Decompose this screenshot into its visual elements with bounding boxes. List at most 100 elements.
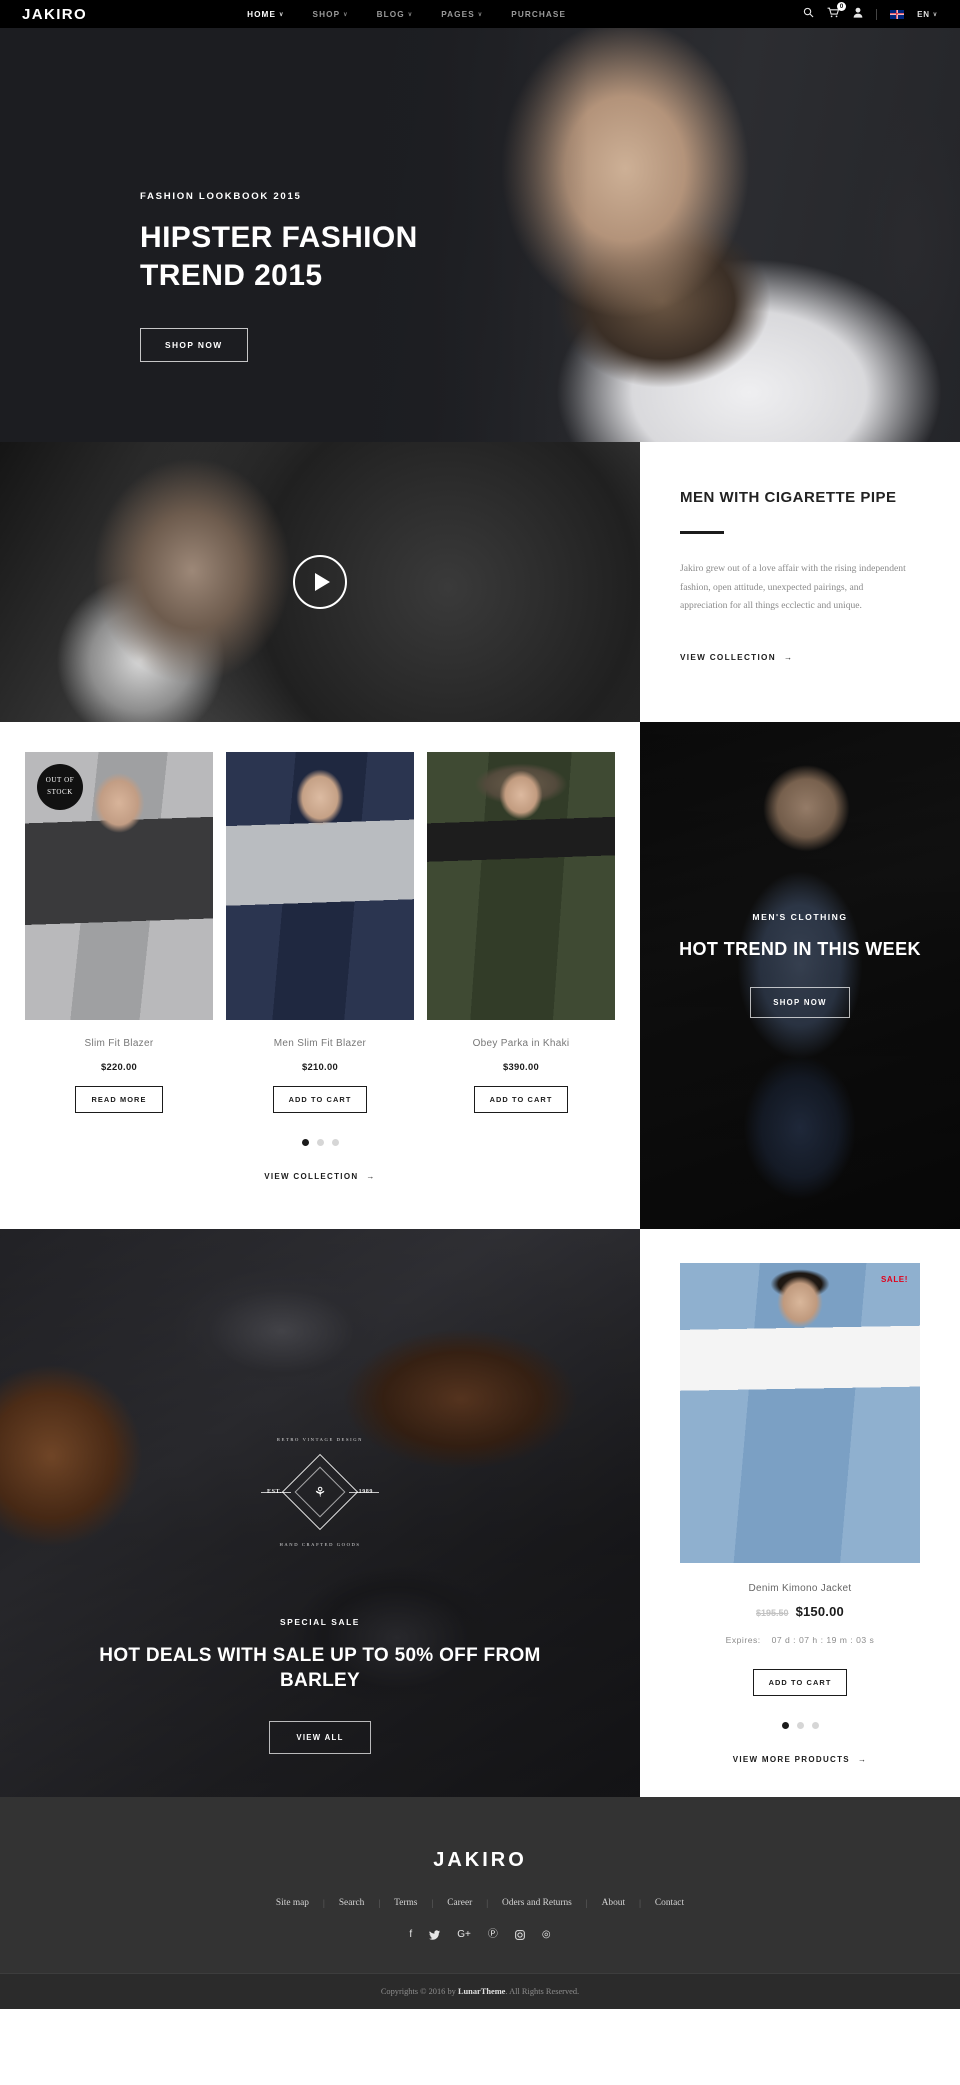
hero-title: HIPSTER FASHION TREND 2015 — [140, 221, 418, 292]
product-image[interactable] — [226, 752, 414, 1020]
nav-item-shop[interactable]: SHOP ∨ — [313, 10, 349, 19]
carousel-dot[interactable] — [811, 1722, 819, 1729]
hero-shop-now-button[interactable]: SHOP NOW — [140, 327, 248, 362]
deal-product-panel: SALE! Denim Kimono Jacket $195.50 $150.0… — [640, 1229, 960, 1797]
chevron-down-icon: ∨ — [343, 11, 349, 18]
carousel-dot[interactable] — [331, 1139, 339, 1146]
nav-label: HOME — [247, 9, 277, 19]
arrow-right-icon: → — [857, 1755, 868, 1764]
copyright-text: Copyrights © 2016 by LunarTheme. All Rig… — [0, 1987, 960, 1996]
product-card[interactable]: OUT OF STOCK Slim Fit Blazer $220.00 REA… — [25, 752, 213, 1113]
nav-item-blog[interactable]: BLOG ∨ — [377, 10, 414, 19]
view-more-products-link[interactable]: VIEW MORE PRODUCTS → — [680, 1755, 920, 1764]
sale-view-all-button[interactable]: VIEW ALL — [269, 1721, 371, 1755]
special-sale-banner: RETRO VINTAGE DESIGN EST. 1989 ⚘ HAND CR… — [0, 1229, 640, 1797]
link-label: VIEW COLLECTION — [680, 653, 776, 663]
carousel-dot[interactable] — [301, 1139, 309, 1146]
copyright-post: . All Rights Reserved. — [505, 1987, 580, 1996]
new-price: $150.00 — [795, 1604, 844, 1619]
deal-product-image[interactable]: SALE! — [680, 1263, 920, 1563]
about-panel: MEN WITH CIGARETTE PIPE Jakiro grew out … — [640, 442, 960, 722]
footer-link-career[interactable]: Career — [433, 1898, 486, 1908]
product-image[interactable] — [427, 752, 615, 1020]
about-paragraph: Jakiro grew out of a love affair with th… — [680, 563, 906, 612]
products-view-collection-link[interactable]: VIEW COLLECTION → — [25, 1172, 615, 1181]
deal-carousel-dots — [680, 1722, 920, 1729]
hot-trend-promo: MEN'S CLOTHING HOT TREND IN THIS WEEK SH… — [640, 722, 960, 1229]
nav-item-home[interactable]: HOME ∨ — [247, 10, 284, 19]
arrow-right-icon: → — [783, 653, 794, 663]
instagram-icon[interactable] — [514, 1930, 525, 1943]
product-image[interactable]: OUT OF STOCK — [25, 752, 213, 1020]
product-card[interactable]: Obey Parka in Khaki $390.00 ADD TO CART — [427, 752, 615, 1113]
carousel-dot[interactable] — [781, 1722, 789, 1729]
footer-logo: JAKIRO — [433, 1849, 527, 1871]
chevron-down-icon: ∨ — [407, 11, 414, 18]
site-logo[interactable]: JAKIRO — [22, 6, 87, 23]
google-plus-icon[interactable]: G+ — [457, 1930, 471, 1943]
product-carousel: OUT OF STOCK Slim Fit Blazer $220.00 REA… — [0, 722, 640, 1229]
sale-deal-section: RETRO VINTAGE DESIGN EST. 1989 ⚘ HAND CR… — [0, 1229, 960, 1797]
facebook-icon[interactable]: f — [409, 1930, 412, 1943]
cart-icon[interactable]: 0 — [827, 2, 847, 21]
hero-kicker: FASHION LOOKBOOK 2015 — [140, 191, 302, 202]
nav-item-pages[interactable]: PAGES ∨ — [441, 10, 483, 19]
pinterest-icon[interactable]: Ⓟ — [488, 1930, 498, 1943]
header-divider — [876, 8, 878, 20]
product-action-button[interactable]: READ MORE — [75, 1086, 163, 1113]
product-action-button[interactable]: ADD TO CART — [272, 1086, 368, 1113]
sale-badge: SALE! — [881, 1275, 908, 1284]
promo-content: MEN'S CLOTHING HOT TREND IN THIS WEEK SH… — [640, 722, 960, 1019]
product-card[interactable]: Men Slim Fit Blazer $210.00 ADD TO CART — [226, 752, 414, 1113]
search-icon[interactable] — [803, 7, 814, 21]
deal-prices: $195.50 $150.00 — [680, 1604, 920, 1619]
about-view-collection-link[interactable]: VIEW COLLECTION → — [680, 653, 912, 662]
site-header: JAKIRO HOME ∨ SHOP ∨ BLOG ∨ PAGES ∨ PURC… — [0, 0, 960, 28]
carousel-dot[interactable] — [796, 1722, 804, 1729]
carousel-dots — [25, 1139, 615, 1146]
product-price: $220.00 — [101, 1061, 137, 1072]
chevron-down-icon: ∨ — [279, 11, 285, 18]
about-title: MEN WITH CIGARETTE PIPE — [680, 489, 897, 506]
language-selector[interactable]: EN ∨ — [917, 10, 938, 19]
copyright-pre: Copyrights © 2016 by — [380, 1987, 458, 1996]
nav-item-purchase[interactable]: PURCHASE — [511, 10, 566, 19]
footer-link-search[interactable]: Search — [325, 1898, 379, 1908]
nav-label: PAGES — [441, 9, 475, 19]
footer-link-terms[interactable]: Terms — [380, 1898, 431, 1908]
chevron-down-icon: ∨ — [932, 11, 938, 18]
link-label: VIEW MORE PRODUCTS — [732, 1755, 850, 1764]
footer-link-about[interactable]: About — [588, 1898, 639, 1908]
footer-link-contact[interactable]: Contact — [641, 1898, 698, 1908]
countdown-label: Expires: — [725, 1635, 761, 1645]
link-label: VIEW COLLECTION — [264, 1172, 359, 1181]
badge-line: OUT OF — [45, 776, 75, 785]
account-icon[interactable] — [853, 7, 863, 21]
nav-label: SHOP — [312, 9, 341, 19]
promo-shop-now-button[interactable]: SHOP NOW — [750, 987, 850, 1019]
countdown-timer: Expires: 07 d : 07 h : 19 m : 03 s — [680, 1635, 920, 1645]
footer-link-orders-returns[interactable]: Oders and Returns — [488, 1898, 586, 1908]
chevron-down-icon: ∨ — [477, 11, 484, 18]
carousel-dot[interactable] — [316, 1139, 324, 1146]
play-icon[interactable] — [293, 555, 347, 609]
product-price: $210.00 — [302, 1061, 338, 1072]
header-actions: 0 EN ∨ — [803, 2, 938, 21]
deal-add-to-cart-button[interactable]: ADD TO CART — [752, 1669, 848, 1696]
footer-link-site-map[interactable]: Site map — [262, 1898, 323, 1908]
title-rule — [680, 531, 724, 535]
footer-links: Site map | Search | Terms | Career | Ode… — [0, 1898, 960, 1908]
cart-count-badge: 0 — [837, 2, 847, 11]
promo-kicker: MEN'S CLOTHING — [752, 912, 848, 922]
hero-content: FASHION LOOKBOOK 2015 HIPSTER FASHION TR… — [0, 28, 960, 362]
badge-line: STOCK — [47, 788, 73, 796]
video-thumbnail[interactable] — [0, 442, 640, 722]
product-action-button[interactable]: ADD TO CART — [473, 1086, 569, 1113]
dribbble-icon[interactable]: ◎ — [542, 1930, 551, 1943]
language-label: EN — [917, 9, 930, 19]
deal-product-name: Denim Kimono Jacket — [748, 1583, 852, 1594]
twitter-icon[interactable] — [429, 1930, 441, 1943]
copyright-bar: Copyrights © 2016 by LunarTheme. All Rig… — [0, 1974, 960, 2009]
products-promo-section: OUT OF STOCK Slim Fit Blazer $220.00 REA… — [0, 722, 960, 1229]
product-name: Slim Fit Blazer — [84, 1038, 154, 1049]
